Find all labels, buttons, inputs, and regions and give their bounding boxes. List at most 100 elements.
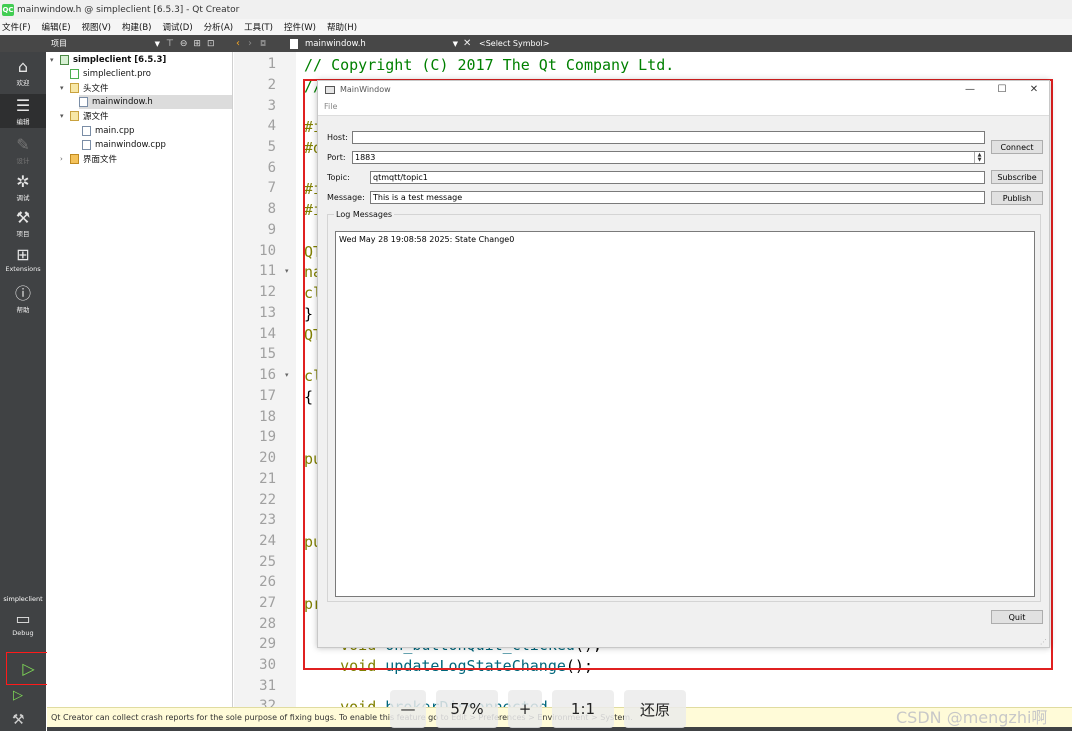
- line-number: 15: [259, 346, 276, 362]
- window-titlebar: QC mainwindow.h @ simpleclient [6.5.3] -…: [0, 0, 1072, 19]
- expand-icon[interactable]: ▾: [60, 84, 70, 92]
- debug-icon: ✲: [16, 172, 30, 191]
- spin-arrows-icon[interactable]: ▲ ▼: [974, 152, 984, 163]
- host-label: Host:: [327, 133, 348, 142]
- line-number: 21: [259, 471, 276, 487]
- menu-tools[interactable]: 工具(T): [244, 21, 273, 33]
- port-spinbox[interactable]: 1883 ▲ ▼: [352, 151, 985, 164]
- zoom-out-button[interactable]: —: [390, 690, 426, 728]
- chevron-down-icon: ▼: [154, 39, 160, 48]
- project-view-combo[interactable]: 项目 ▼: [48, 36, 164, 51]
- menu-bar: 文件(F) 编辑(E) 视图(V) 构建(B) 调试(D) 分析(A) 工具(T…: [0, 19, 1072, 35]
- lock-icon: ◘: [260, 39, 267, 48]
- open-document-label: mainwindow.h: [305, 38, 366, 49]
- tree-item-pro-file[interactable]: simpleclient.pro: [70, 67, 151, 81]
- topic-input[interactable]: qtmqtt/topic1: [370, 171, 985, 184]
- expand-icon[interactable]: ▾: [50, 56, 60, 64]
- line-number: 20: [259, 450, 276, 466]
- subscribe-button[interactable]: Subscribe: [991, 170, 1043, 184]
- actual-size-button[interactable]: 1:1: [552, 690, 614, 728]
- line-number: 28: [259, 616, 276, 632]
- line-number: 24: [259, 533, 276, 549]
- menu-view[interactable]: 视图(V): [82, 21, 111, 33]
- tree-item-headers[interactable]: ▾ 头文件: [60, 81, 109, 95]
- menu-file[interactable]: 文件(F): [2, 21, 31, 33]
- line-number: 27: [259, 595, 276, 611]
- line-number: 25: [259, 554, 276, 570]
- mode-welcome[interactable]: ⌂ 欢迎: [0, 58, 46, 92]
- restore-button[interactable]: 还原: [624, 690, 686, 728]
- mode-projects[interactable]: ⚒ 项目: [0, 209, 46, 239]
- resize-grip-icon[interactable]: ⋰: [1040, 638, 1047, 646]
- symbol-combo[interactable]: <Select Symbol>: [479, 36, 549, 51]
- menu-debug[interactable]: 调试(D): [162, 21, 192, 33]
- collapse-icon[interactable]: ›: [60, 155, 70, 163]
- message-input[interactable]: This is a test message: [370, 191, 985, 204]
- tree-item-mainwindow-h[interactable]: mainwindow.h: [79, 95, 232, 109]
- fold-marker-icon[interactable]: ▾: [285, 371, 289, 379]
- mode-edit[interactable]: ☰ 编辑: [0, 94, 46, 128]
- split-icon[interactable]: ⊞: [193, 39, 201, 49]
- tree-item-project[interactable]: ▾ simpleclient [6.5.3]: [50, 53, 166, 67]
- line-number: 11: [259, 263, 276, 279]
- maximize-icon[interactable]: ☐: [985, 81, 1019, 98]
- folder-icon: [70, 83, 79, 93]
- build-hammer-icon[interactable]: ⚒: [12, 712, 25, 728]
- close-pane-icon[interactable]: ⊡: [207, 39, 215, 49]
- extensions-icon: ⊞: [16, 245, 30, 264]
- app-window-icon: [325, 85, 335, 94]
- open-document-combo[interactable]: mainwindow.h ▼: [284, 36, 462, 51]
- menu-edit[interactable]: 编辑(E): [42, 21, 71, 33]
- menu-analyze[interactable]: 分析(A): [204, 21, 233, 33]
- host-input[interactable]: [352, 131, 985, 144]
- line-number: 23: [259, 512, 276, 528]
- tree-item-main-cpp[interactable]: main.cpp: [82, 124, 134, 138]
- tree-item-sources[interactable]: ▾ 源文件: [60, 109, 109, 123]
- link-icon[interactable]: ⊖: [180, 39, 188, 49]
- cpp-file-icon: [82, 126, 91, 136]
- menu-help[interactable]: 帮助(H): [327, 21, 357, 33]
- kit-selector[interactable]: ▭ Debug: [0, 610, 46, 644]
- pro-file-icon: [70, 69, 79, 79]
- close-document-icon[interactable]: ✕: [463, 36, 475, 51]
- zoom-level: 57%: [436, 690, 498, 728]
- close-icon[interactable]: ✕: [1017, 81, 1051, 98]
- line-number: 10: [259, 243, 276, 259]
- back-icon[interactable]: ‹: [236, 38, 240, 49]
- line-number: 31: [259, 678, 276, 694]
- line-number: 5: [267, 139, 276, 155]
- tree-item-mainwindow-cpp[interactable]: mainwindow.cpp: [82, 138, 166, 152]
- kit-project-label: simpleclient: [3, 595, 43, 603]
- minimize-icon[interactable]: —: [953, 81, 987, 98]
- start-debugging-button[interactable]: ▷: [13, 688, 23, 703]
- menu-build[interactable]: 构建(B): [122, 21, 151, 33]
- wrench-icon: ⚒: [15, 208, 31, 227]
- mode-debug[interactable]: ✲ 调试: [0, 173, 46, 203]
- monitor-icon: ▭: [15, 609, 31, 628]
- run-button[interactable]: ▷: [6, 652, 51, 685]
- line-number: 7: [267, 180, 276, 196]
- filter-icon[interactable]: ⊤: [166, 39, 174, 49]
- tree-item-forms[interactable]: › 界面文件: [60, 152, 117, 166]
- fold-marker-icon[interactable]: ▾: [285, 267, 289, 275]
- mode-design[interactable]: ✎ 设计: [0, 136, 46, 166]
- mode-extensions[interactable]: ⊞ Extensions: [0, 246, 46, 276]
- publish-button[interactable]: Publish: [991, 191, 1043, 205]
- app-menu-file[interactable]: File: [324, 102, 337, 111]
- zoom-in-button[interactable]: +: [508, 690, 542, 728]
- connect-button[interactable]: Connect: [991, 140, 1043, 154]
- project-view-label: 项目: [51, 39, 67, 48]
- mode-help[interactable]: ⓘ 帮助: [0, 285, 46, 315]
- quit-button[interactable]: Quit: [991, 610, 1043, 624]
- image-zoom-toolbar: — 57% + 1:1 还原: [390, 690, 696, 728]
- line-number: 30: [259, 657, 276, 673]
- menu-widgets[interactable]: 控件(W): [284, 21, 316, 33]
- home-icon: ⌂: [17, 57, 29, 76]
- forward-icon[interactable]: ›: [248, 38, 252, 49]
- expand-icon[interactable]: ▾: [60, 112, 70, 120]
- line-number: 13: [259, 305, 276, 321]
- log-text-area[interactable]: Wed May 28 19:08:58 2025: State Change0: [335, 231, 1035, 597]
- line-number: 19: [259, 429, 276, 445]
- line-number: 26: [259, 574, 276, 590]
- app-titlebar: MainWindow: [318, 81, 1049, 98]
